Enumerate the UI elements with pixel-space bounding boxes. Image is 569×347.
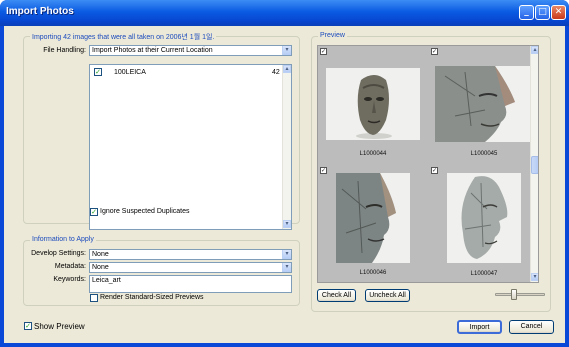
window-title: Import Photos xyxy=(6,6,74,17)
thumbnail-caption: L1000046 xyxy=(359,270,387,276)
ignore-duplicates-checkbox[interactable]: ✓ xyxy=(90,208,98,216)
develop-settings-select[interactable]: None ▾ xyxy=(89,249,292,260)
preview-thumbnail[interactable]: ✓ L1000044 xyxy=(318,46,428,164)
close-icon[interactable]: ✕ xyxy=(551,5,566,20)
folder-list-scrollbar[interactable]: ▴ ▾ xyxy=(282,65,291,229)
folder-count: 42 xyxy=(272,69,280,76)
metadata-select[interactable]: None ▾ xyxy=(89,262,292,273)
preview-scrollbar[interactable]: ▴ ▾ xyxy=(530,46,538,282)
preview-thumbnail[interactable]: ✓ L1000046 xyxy=(318,165,428,282)
develop-settings-value: None xyxy=(92,251,109,258)
thumbnail-caption: L1000047 xyxy=(470,271,498,277)
file-handling-label: File Handling: xyxy=(43,47,86,54)
dropdown-arrow-icon[interactable]: ▾ xyxy=(282,46,291,55)
preview-legend: Preview xyxy=(318,32,347,39)
show-preview-checkbox[interactable]: ✓ xyxy=(24,322,32,330)
import-summary-legend: Importing 42 images that were all taken … xyxy=(30,32,217,42)
scroll-up-icon[interactable]: ▴ xyxy=(283,65,291,73)
preview-thumbnail[interactable]: ✓ L1000047 xyxy=(429,165,538,282)
preview-scroll-thumb[interactable] xyxy=(531,156,538,174)
dropdown-arrow-icon[interactable]: ▾ xyxy=(282,263,291,272)
thumbnail-size-slider[interactable] xyxy=(495,289,545,300)
thumbnail-caption: L1000045 xyxy=(470,151,498,157)
photo-mask-side-close xyxy=(336,173,410,263)
maximize-icon[interactable]: □ xyxy=(535,5,550,20)
import-button[interactable]: Import xyxy=(457,320,502,334)
scroll-up-icon[interactable]: ▴ xyxy=(531,46,538,54)
keywords-value: Leica_art xyxy=(92,277,121,284)
file-handling-select[interactable]: Import Photos at their Current Location … xyxy=(89,45,292,56)
thumbnail-caption: L1000044 xyxy=(359,151,387,157)
scroll-down-icon[interactable]: ▾ xyxy=(283,220,291,228)
folder-list[interactable]: ✓ 100LEICA 42 ▴ ▾ xyxy=(89,64,292,230)
keywords-field[interactable]: Leica_art xyxy=(89,275,292,293)
metadata-label: Metadata: xyxy=(54,263,86,270)
checkmark-icon[interactable]: ✓ xyxy=(431,48,438,55)
preview-thumbnail[interactable]: ✓ L1000045 xyxy=(429,46,538,164)
check-all-button[interactable]: Check All xyxy=(317,289,356,302)
checkmark-icon[interactable]: ✓ xyxy=(320,167,327,174)
photo-mask-side-light xyxy=(447,173,521,263)
render-previews-label: Render Standard-Sized Previews xyxy=(100,294,204,301)
folder-name: 100LEICA xyxy=(114,69,146,76)
photo-mask-profile xyxy=(435,66,533,142)
information-legend: Information to Apply xyxy=(30,236,96,243)
cancel-button[interactable]: Cancel xyxy=(509,320,554,334)
checkmark-icon[interactable]: ✓ xyxy=(320,48,327,55)
checkmark-icon[interactable]: ✓ xyxy=(94,68,102,76)
dialog-body: Importing 42 images that were all taken … xyxy=(4,26,565,343)
import-photos-window: Import Photos _ □ ✕ Importing 42 images … xyxy=(0,0,569,347)
metadata-value: None xyxy=(92,264,109,271)
preview-grid[interactable]: ✓ L1000044 ✓ L1000045 ✓ L1000046 ✓ L1000… xyxy=(317,45,539,283)
uncheck-all-button[interactable]: Uncheck All xyxy=(365,289,410,302)
ignore-duplicates-label: Ignore Suspected Duplicates xyxy=(100,208,190,215)
minimize-icon[interactable]: _ xyxy=(519,5,534,20)
scroll-down-icon[interactable]: ▾ xyxy=(531,273,538,281)
photo-mask-front xyxy=(326,68,420,140)
dropdown-arrow-icon[interactable]: ▾ xyxy=(282,250,291,259)
render-previews-checkbox[interactable] xyxy=(90,294,98,302)
develop-settings-label: Develop Settings: xyxy=(31,250,86,257)
slider-knob[interactable] xyxy=(511,289,517,300)
file-handling-value: Import Photos at their Current Location xyxy=(92,47,213,54)
title-bar[interactable]: Import Photos _ □ ✕ xyxy=(0,0,569,26)
checkmark-icon[interactable]: ✓ xyxy=(431,167,438,174)
keywords-label: Keywords: xyxy=(53,276,86,283)
show-preview-label: Show Preview xyxy=(34,322,85,331)
